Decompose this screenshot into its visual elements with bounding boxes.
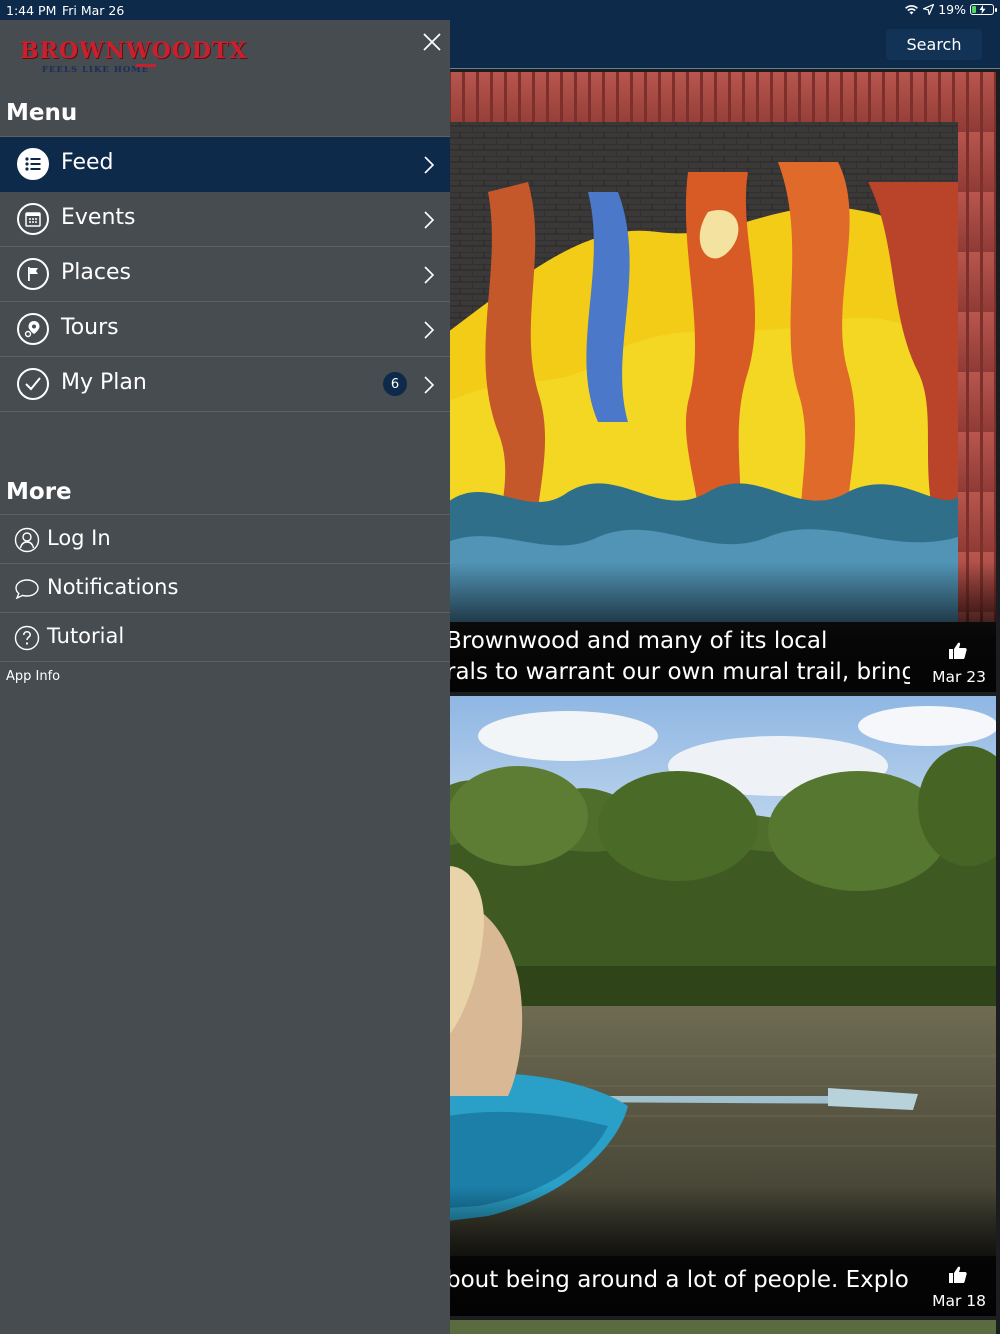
chevron-right-icon bbox=[424, 321, 435, 339]
logo-tagline: FEELS LIKE HOME bbox=[42, 65, 150, 75]
menu-item-label: My Plan bbox=[61, 370, 147, 395]
chevron-right-icon bbox=[424, 211, 435, 229]
menu-item-label: Places bbox=[61, 260, 131, 285]
battery-percent: 19% bbox=[938, 2, 966, 17]
card-excerpt-line: bout being around a lot of people. Explo… bbox=[448, 1267, 910, 1293]
battery-icon bbox=[970, 4, 997, 15]
logo-stripe bbox=[136, 64, 156, 67]
menu-item-label: Tours bbox=[61, 315, 119, 340]
menu-item-events[interactable]: Events bbox=[0, 192, 450, 247]
user-icon bbox=[14, 527, 40, 553]
card-text-overlay bbox=[448, 1186, 996, 1316]
close-icon[interactable] bbox=[420, 30, 444, 54]
feed-card[interactable]: Brownwood and many of its local rals to … bbox=[448, 72, 996, 692]
thumbs-up-icon[interactable] bbox=[948, 641, 968, 661]
map-pin-icon bbox=[17, 313, 49, 345]
feed-card[interactable]: bout being around a lot of people. Explo… bbox=[448, 696, 996, 1316]
more-item-notifications[interactable]: Notifications bbox=[0, 564, 450, 613]
card-date: Mar 18 bbox=[932, 1292, 986, 1310]
my-plan-count-badge: 6 bbox=[383, 372, 407, 396]
card-excerpt-line: rals to warrant our own mural trail, bri… bbox=[448, 659, 910, 685]
card-excerpt-line: Brownwood and many of its local bbox=[448, 628, 828, 654]
list-icon bbox=[17, 148, 49, 180]
more-item-label: Notifications bbox=[47, 575, 179, 599]
calendar-icon bbox=[17, 203, 49, 235]
checkmark-icon bbox=[17, 368, 49, 400]
status-indicators: 19% bbox=[904, 2, 997, 17]
chevron-right-icon bbox=[424, 376, 435, 394]
more-item-log-in[interactable]: Log In bbox=[0, 515, 450, 564]
menu-list: Feed Events Places Tours My Plan 6 bbox=[0, 136, 450, 412]
charging-bolt-icon bbox=[979, 5, 986, 14]
menu-heading: Menu bbox=[6, 100, 78, 126]
thumbs-up-icon[interactable] bbox=[948, 1265, 968, 1285]
more-item-label: Tutorial bbox=[47, 624, 125, 648]
search-button[interactable]: Search bbox=[886, 29, 982, 60]
card-excerpt: bout being around a lot of people. Explo… bbox=[448, 1265, 910, 1296]
location-arrow-icon bbox=[923, 4, 935, 15]
battery-tip bbox=[995, 8, 997, 12]
brownwood-logo[interactable]: BROWNWOODTX FEELS LIKE HOME bbox=[18, 38, 246, 78]
menu-item-places[interactable]: Places bbox=[0, 247, 450, 302]
flag-icon bbox=[17, 258, 49, 290]
app-info-link[interactable]: App Info bbox=[6, 669, 60, 684]
status-time: 1:44 PM bbox=[6, 3, 57, 18]
more-item-label: Log In bbox=[47, 526, 111, 550]
wifi-icon bbox=[905, 5, 919, 15]
status-bar: 1:44 PM Fri Mar 26 19% bbox=[0, 0, 1000, 20]
help-icon bbox=[14, 625, 40, 651]
more-list: Log In Notifications Tutorial bbox=[0, 514, 450, 662]
card-excerpt: Brownwood and many of its local rals to … bbox=[448, 626, 910, 688]
menu-item-tours[interactable]: Tours bbox=[0, 302, 450, 357]
card-date: Mar 23 bbox=[932, 668, 986, 686]
logo-wordmark: BROWNWOODTX bbox=[20, 38, 248, 64]
chevron-right-icon bbox=[424, 266, 435, 284]
more-item-tutorial[interactable]: Tutorial bbox=[0, 613, 450, 662]
battery-level bbox=[972, 6, 976, 13]
status-date: Fri Mar 26 bbox=[62, 3, 125, 18]
side-drawer: BROWNWOODTX FEELS LIKE HOME Menu Feed Ev… bbox=[0, 20, 450, 1334]
menu-item-feed[interactable]: Feed bbox=[0, 137, 450, 192]
more-heading: More bbox=[6, 479, 72, 505]
feed-card[interactable] bbox=[448, 1320, 996, 1334]
menu-item-my-plan[interactable]: My Plan 6 bbox=[0, 357, 450, 412]
chevron-right-icon bbox=[424, 156, 435, 174]
chat-bubble-icon bbox=[15, 579, 39, 600]
menu-item-label: Events bbox=[61, 205, 136, 230]
menu-item-label: Feed bbox=[61, 150, 114, 175]
